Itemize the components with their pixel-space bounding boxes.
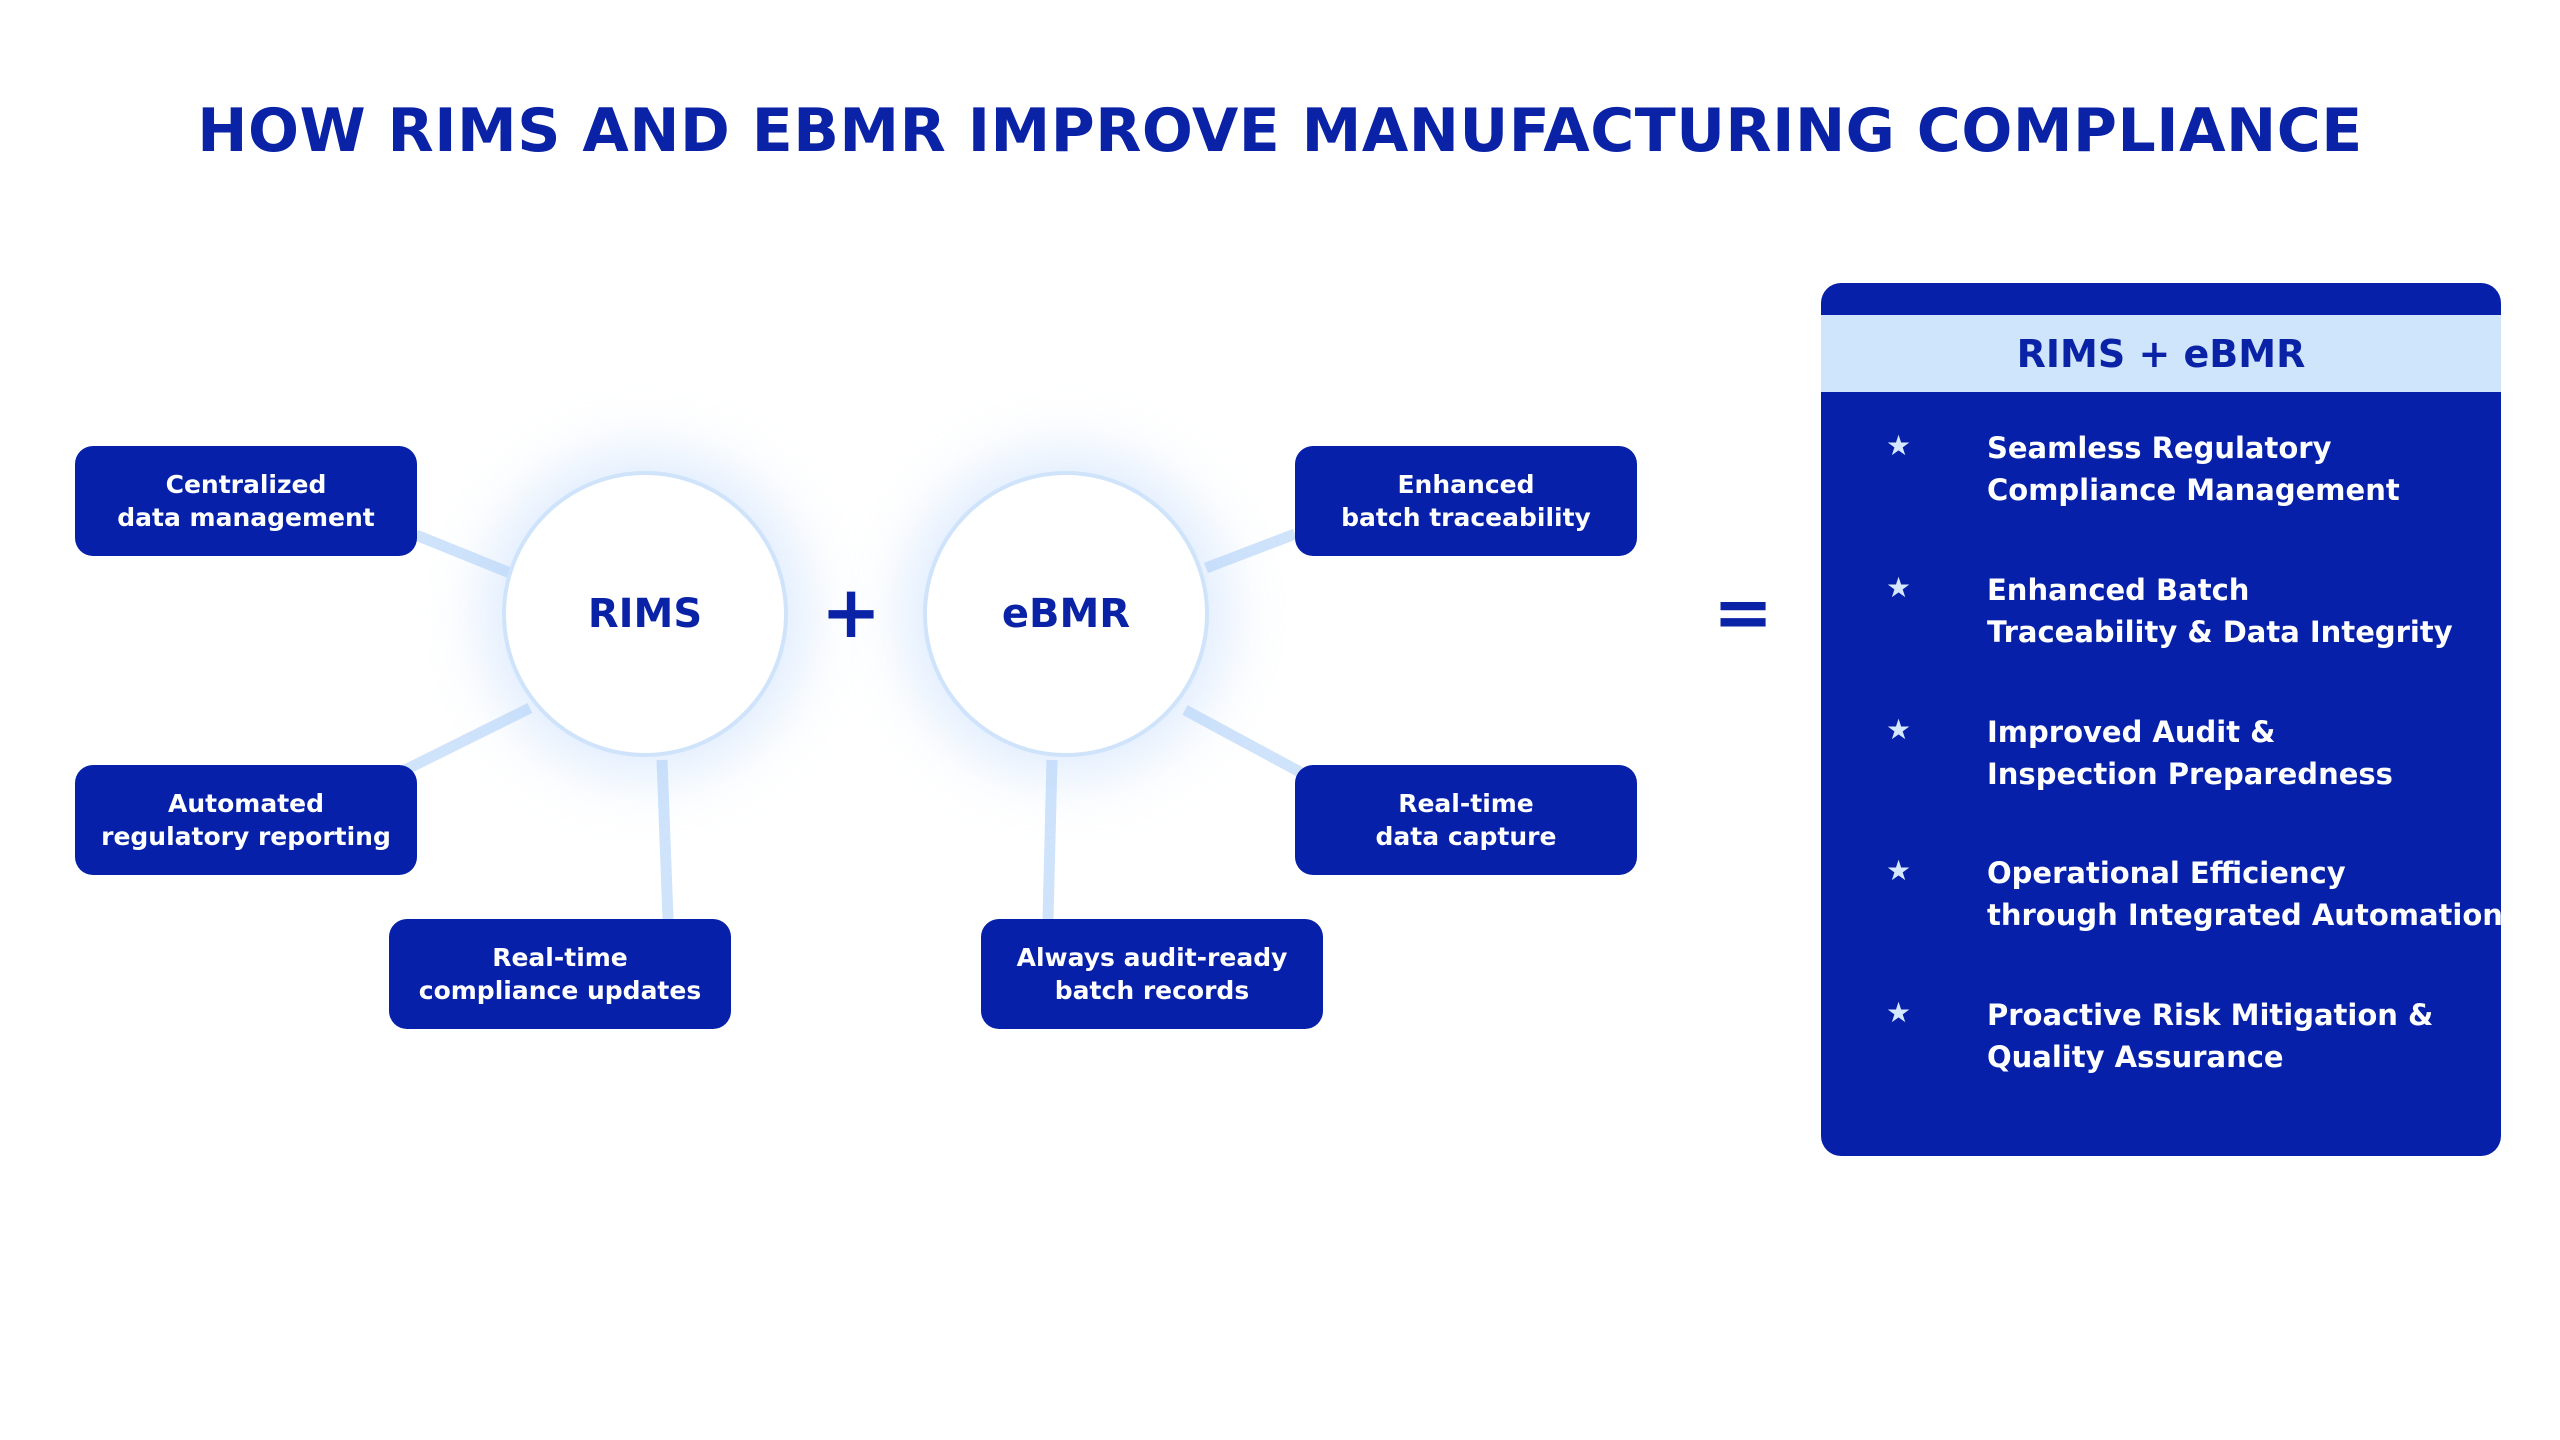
star-icon: ★ [1886, 571, 1912, 604]
benefit-line: through Integrated Automation [1987, 898, 2501, 932]
benefit-line: Improved Audit & [1987, 715, 2276, 749]
feature-line: regulatory reporting [101, 822, 391, 851]
benefit-line: Seamless Regulatory [1987, 431, 2332, 465]
benefit-line: Traceability & Data Integrity [1987, 615, 2453, 649]
star-icon: ★ [1886, 429, 1912, 462]
result-panel: RIMS + eBMR ★ Seamless Regulatory Compli… [1821, 283, 2501, 1156]
result-heading: RIMS + eBMR [1821, 315, 2501, 392]
ebmr-feature-audit: Always audit-ready batch records [981, 919, 1323, 1029]
star-icon: ★ [1886, 713, 1912, 746]
benefit-line: Proactive Risk Mitigation & [1987, 998, 2434, 1032]
connector-ebmr-realtime [1182, 705, 1303, 777]
feature-line: batch records [1054, 976, 1250, 1005]
benefit-line: Enhanced Batch [1987, 573, 2250, 607]
feature-line: Always audit-ready [1016, 943, 1288, 972]
equals-sign: = [1712, 570, 1774, 654]
star-icon: ★ [1886, 854, 1912, 887]
feature-line: data management [117, 503, 375, 532]
rims-circle: RIMS [502, 471, 788, 757]
ebmr-label: eBMR [1001, 591, 1131, 637]
rims-feature-centralized: Centralized data management [75, 446, 417, 556]
benefit-line: Quality Assurance [1987, 1040, 2284, 1074]
feature-line: compliance updates [418, 976, 702, 1005]
benefit-line: Compliance Management [1987, 473, 2400, 507]
connector-rims-centralized [413, 529, 513, 579]
feature-line: Real-time [1398, 789, 1534, 818]
feature-line: Real-time [492, 943, 628, 972]
rims-feature-realtime: Real-time compliance updates [389, 919, 731, 1029]
connector-ebmr-audit [1042, 759, 1058, 920]
ebmr-circle: eBMR [923, 471, 1209, 757]
ebmr-feature-enhanced: Enhanced batch traceability [1295, 446, 1637, 556]
rims-label: RIMS [587, 591, 703, 637]
benefit-line: Inspection Preparedness [1987, 757, 2393, 791]
benefit-line: Operational Efficiency [1987, 856, 2346, 890]
feature-line: Automated [168, 789, 324, 818]
plus-sign: + [820, 570, 882, 654]
feature-line: Enhanced [1397, 470, 1535, 499]
feature-line: batch traceability [1341, 503, 1591, 532]
star-icon: ★ [1886, 996, 1912, 1029]
feature-line: data capture [1375, 822, 1557, 851]
feature-line: Centralized [165, 470, 327, 499]
rims-feature-automated: Automated regulatory reporting [75, 765, 417, 875]
connector-rims-realtime [656, 759, 674, 920]
ebmr-feature-realtime: Real-time data capture [1295, 765, 1637, 875]
connector-ebmr-enhanced [1204, 528, 1297, 574]
connector-rims-automated [402, 703, 533, 775]
